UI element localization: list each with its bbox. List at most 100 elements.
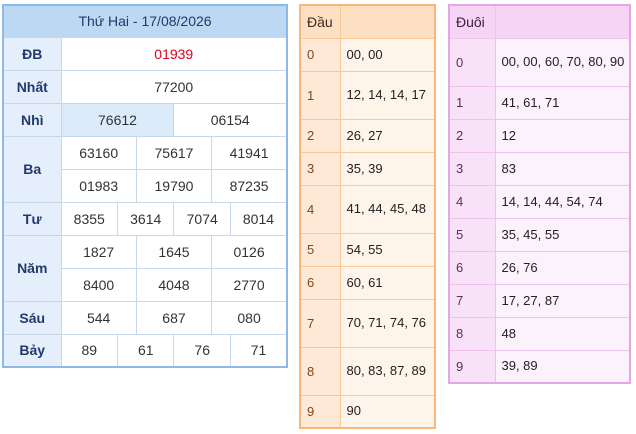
duoi-row-0: 0 00, 00, 60, 70, 80, 90	[448, 37, 631, 87]
dau-digit: 0	[299, 37, 341, 72]
prize-label-tu: Tư	[2, 201, 62, 236]
prize-nam-value-2: 1645	[135, 234, 213, 269]
dau-row-9: 9 90	[299, 394, 436, 429]
prize-bay-value-1: 89	[60, 333, 118, 368]
dau-values: 26, 27	[339, 118, 436, 153]
prize-sau-value-3: 080	[211, 300, 288, 335]
prize-ba-value-1: 63160	[60, 135, 137, 170]
prize-row-nhat: Nhất 77200	[2, 69, 288, 104]
dau-digit: 3	[299, 151, 341, 186]
duoi-digit: 9	[448, 349, 496, 384]
dau-digit: 4	[299, 184, 341, 234]
dau-digit: 9	[299, 394, 341, 429]
dau-row-3: 3 35, 39	[299, 151, 436, 186]
prize-nam-value-1: 1827	[60, 234, 137, 269]
prize-nhi-value-2: 06154	[173, 102, 288, 137]
prize-db-value: 01939	[60, 36, 288, 71]
prize-label-sau: Sáu	[2, 300, 62, 335]
prize-tu-value-3: 7074	[173, 201, 231, 236]
prize-label-bay: Bảy	[2, 333, 62, 368]
prize-nam-value-3: 0126	[211, 234, 288, 269]
dau-header: Đầu	[299, 4, 341, 39]
duoi-row-8: 8 48	[448, 316, 631, 351]
dau-header-row: Đầu	[299, 4, 436, 39]
dau-row-0: 0 00, 00	[299, 37, 436, 72]
prize-row-nhi: Nhì 76612 06154	[2, 102, 288, 137]
duoi-row-1: 1 41, 61, 71	[448, 85, 631, 120]
dau-values: 90	[339, 394, 436, 429]
prize-label-nam: Năm	[2, 234, 62, 302]
prize-row-tu: Tư 8355 3614 7074 8014	[2, 201, 288, 236]
dau-row-4: 4 41, 44, 45, 48	[299, 184, 436, 234]
duoi-digit: 5	[448, 217, 496, 252]
duoi-values: 39, 89	[494, 349, 631, 384]
prize-row-bay: Bảy 89 61 76 71	[2, 333, 288, 368]
duoi-digit: 2	[448, 118, 496, 153]
dau-values: 35, 39	[339, 151, 436, 186]
dau-header-blank	[339, 4, 436, 39]
prize-nhat-value: 77200	[60, 69, 288, 104]
prize-tu-value-1: 8355	[60, 201, 118, 236]
duoi-values: 17, 27, 87	[494, 283, 631, 318]
duoi-values: 41, 61, 71	[494, 85, 631, 120]
prize-nhi-value-1: 76612	[60, 102, 175, 137]
prize-row-sau: Sáu 544 687 080	[2, 300, 288, 335]
dau-digit: 6	[299, 265, 341, 300]
prize-tu-value-4: 8014	[229, 201, 288, 236]
prize-ba-value-4: 01983	[60, 168, 137, 203]
duoi-digit: 3	[448, 151, 496, 186]
duoi-row-3: 3 83	[448, 151, 631, 186]
dau-row-1: 1 12, 14, 14, 17	[299, 70, 436, 120]
prize-label-ba: Ba	[2, 135, 62, 203]
duoi-values: 00, 00, 60, 70, 80, 90	[494, 37, 631, 87]
duoi-row-6: 6 26, 76	[448, 250, 631, 285]
dau-row-6: 6 60, 61	[299, 265, 436, 300]
dau-values: 70, 71, 74, 76	[339, 298, 436, 348]
duoi-row-7: 7 17, 27, 87	[448, 283, 631, 318]
prize-sau-value-1: 544	[60, 300, 137, 335]
dau-values: 12, 14, 14, 17	[339, 70, 436, 120]
dau-row-8: 8 80, 83, 87, 89	[299, 346, 436, 396]
duoi-row-4: 4 14, 14, 44, 54, 74	[448, 184, 631, 219]
dau-digit: 7	[299, 298, 341, 348]
duoi-row-9: 9 39, 89	[448, 349, 631, 384]
duoi-header-blank	[494, 4, 631, 39]
duoi-header-row: Đuôi	[448, 4, 631, 39]
duoi-values: 35, 45, 55	[494, 217, 631, 252]
duoi-table: Đuôi 0 00, 00, 60, 70, 80, 90 1 41, 61, …	[448, 4, 631, 384]
dau-values: 60, 61	[339, 265, 436, 300]
dau-values: 41, 44, 45, 48	[339, 184, 436, 234]
prize-bay-value-3: 76	[173, 333, 231, 368]
dau-values: 00, 00	[339, 37, 436, 72]
dau-values: 54, 55	[339, 232, 436, 267]
prize-nam-value-6: 2770	[211, 267, 288, 302]
prize-label-nhi: Nhì	[2, 102, 62, 137]
duoi-values: 14, 14, 44, 54, 74	[494, 184, 631, 219]
duoi-digit: 1	[448, 85, 496, 120]
prize-bay-value-2: 61	[116, 333, 175, 368]
duoi-digit: 6	[448, 250, 496, 285]
dau-digit: 5	[299, 232, 341, 267]
duoi-header: Đuôi	[448, 4, 496, 39]
prize-row-ba-1: Ba 63160 75617 41941	[2, 135, 288, 203]
prize-tu-value-2: 3614	[116, 201, 175, 236]
dau-digit: 1	[299, 70, 341, 120]
results-table: Thứ Hai - 17/08/2026 ĐB 01939 Nhất 77200…	[2, 4, 288, 368]
prize-ba-value-3: 41941	[211, 135, 288, 170]
duoi-row-2: 2 12	[448, 118, 631, 153]
prize-nam-value-5: 4048	[135, 267, 213, 302]
duoi-row-5: 5 35, 45, 55	[448, 217, 631, 252]
dau-row-2: 2 26, 27	[299, 118, 436, 153]
prize-ba-value-2: 75617	[135, 135, 213, 170]
prize-bay-value-4: 71	[229, 333, 288, 368]
duoi-values: 48	[494, 316, 631, 351]
duoi-values: 83	[494, 151, 631, 186]
duoi-values: 12	[494, 118, 631, 153]
dau-table: Đầu 0 00, 00 1 12, 14, 14, 17 2 26, 27 3…	[299, 4, 436, 429]
prize-nam-value-4: 8400	[60, 267, 137, 302]
prize-label-nhat: Nhất	[2, 69, 62, 104]
results-date-title: Thứ Hai - 17/08/2026	[2, 4, 288, 38]
results-header-row: Thứ Hai - 17/08/2026	[2, 4, 288, 38]
prize-row-nam-1: Năm 1827 1645 0126	[2, 234, 288, 302]
prize-ba-value-6: 87235	[211, 168, 288, 203]
